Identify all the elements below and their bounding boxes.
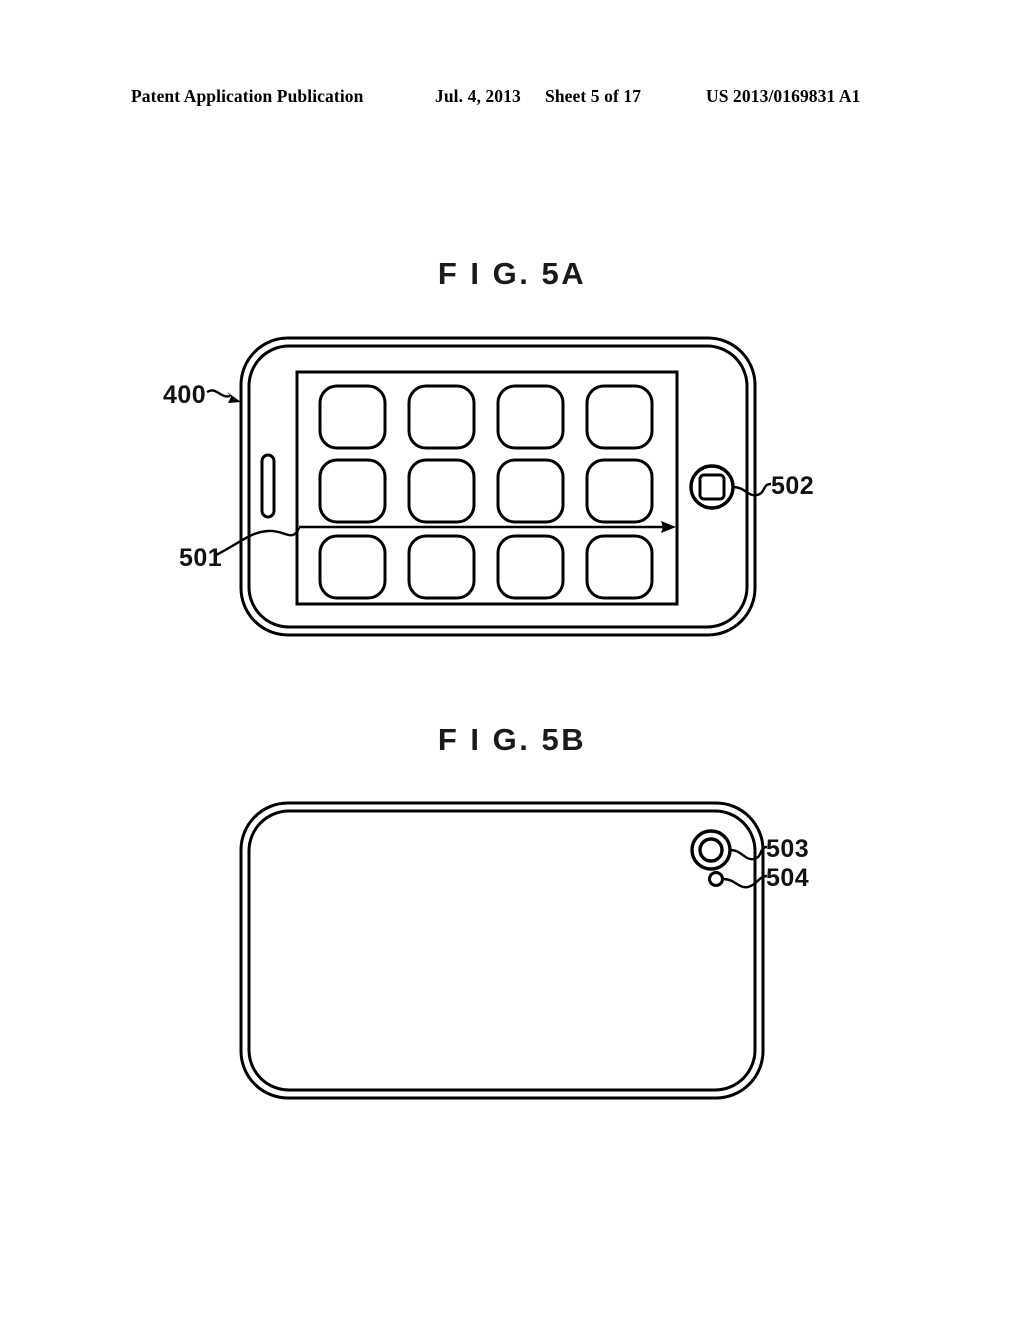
leader-line-501: [215, 527, 301, 557]
device-body-outer-outline: [239, 336, 757, 637]
app-icon[interactable]: [318, 384, 387, 450]
header-date-text: Jul. 4, 2013: [435, 86, 521, 106]
leader-line-502: [732, 482, 772, 497]
figure-5b-drawing: [239, 801, 768, 1100]
reference-numeral-501: 501: [179, 544, 223, 572]
leader-line-503: [729, 845, 768, 861]
app-icon[interactable]: [496, 384, 565, 450]
speaker-slot-icon: [260, 453, 276, 519]
figure-5a-title: F I G. 5A: [437, 256, 587, 291]
reference-numeral-504: 504: [766, 864, 810, 892]
app-icon[interactable]: [496, 458, 565, 524]
reference-numeral-502: 502: [771, 472, 815, 500]
camera-flash-icon: [708, 871, 724, 887]
app-icon[interactable]: [318, 534, 387, 600]
app-icon[interactable]: [585, 458, 654, 524]
leader-line-504: [722, 874, 768, 889]
icon-grid-row-2: [318, 458, 654, 524]
header-publication-text: Patent Application Publication: [131, 86, 364, 106]
device-rear-inner-outline: [247, 809, 757, 1092]
leader-line-400: [206, 389, 241, 403]
reference-numeral-503: 503: [766, 835, 810, 863]
app-icon[interactable]: [407, 384, 476, 450]
app-icon[interactable]: [407, 534, 476, 600]
reference-numeral-400: 400: [163, 381, 207, 409]
app-icon[interactable]: [407, 458, 476, 524]
patent-drawing-canvas: [206, 336, 772, 1100]
app-icon[interactable]: [496, 534, 565, 600]
header-sheet-text: Sheet 5 of 17: [545, 86, 642, 106]
app-icon[interactable]: [318, 458, 387, 524]
device-body-inner-outline: [247, 344, 749, 629]
swipe-arrow: [299, 521, 676, 533]
app-icon[interactable]: [585, 384, 654, 450]
camera-lens-icon: [690, 829, 732, 871]
touch-screen-display[interactable]: [295, 370, 679, 606]
device-rear-outer-outline: [239, 801, 765, 1100]
app-icon[interactable]: [585, 534, 654, 600]
page-header: Patent Application Publication Jul. 4, 2…: [0, 86, 1024, 112]
home-button[interactable]: [689, 464, 735, 510]
icon-grid-row-1: [318, 384, 654, 450]
figure-5b-title: F I G. 5B: [437, 722, 587, 757]
header-patent-number: US 2013/0169831 A1: [706, 86, 861, 106]
icon-grid-row-3: [318, 534, 654, 600]
figure-5a-drawing: [206, 336, 772, 637]
